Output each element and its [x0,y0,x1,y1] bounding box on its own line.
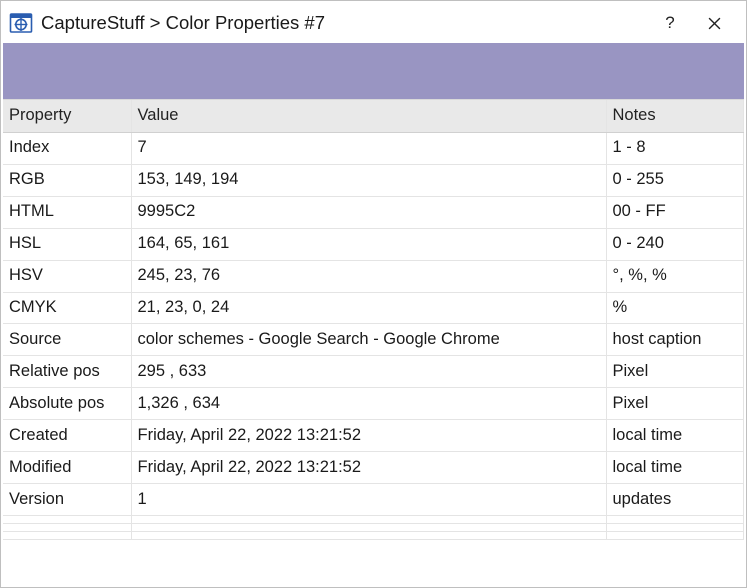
cell-value: 9995C2 [131,196,606,228]
cell-property: Index [3,132,131,164]
titlebar: CaptureStuff > Color Properties #7 ? [3,3,744,43]
table-row[interactable]: CMYK21, 23, 0, 24% [3,292,744,324]
cell-value: 1,326 , 634 [131,388,606,420]
cell-notes: host caption [606,324,744,356]
cell-property [3,531,131,539]
close-icon [708,17,721,30]
table-row[interactable]: HSV245, 23, 76°, %, % [3,260,744,292]
cell-value: 7 [131,132,606,164]
cell-value: 245, 23, 76 [131,260,606,292]
cell-notes: local time [606,420,744,452]
cell-notes: 00 - FF [606,196,744,228]
cell-value: 164, 65, 161 [131,228,606,260]
cell-notes: 0 - 255 [606,164,744,196]
cell-property [3,523,131,531]
cell-property: HTML [3,196,131,228]
cell-property: Source [3,324,131,356]
table-row[interactable]: RGB153, 149, 1940 - 255 [3,164,744,196]
cell-property: Modified [3,452,131,484]
color-swatch [3,43,744,99]
cell-notes: local time [606,452,744,484]
table-row[interactable]: CreatedFriday, April 22, 2022 13:21:52lo… [3,420,744,452]
table-row[interactable]: Absolute pos1,326 , 634Pixel [3,388,744,420]
cell-property: CMYK [3,292,131,324]
help-button[interactable]: ? [648,7,692,39]
window: CaptureStuff > Color Properties #7 ? Pro… [0,0,747,588]
table-row[interactable]: HSL164, 65, 1610 - 240 [3,228,744,260]
cell-value: 295 , 633 [131,356,606,388]
table-row[interactable]: Sourcecolor schemes - Google Search - Go… [3,324,744,356]
table-header-row: Property Value Notes [3,100,744,132]
cell-value [131,515,606,523]
close-button[interactable] [692,7,736,39]
cell-notes: % [606,292,744,324]
cell-value: 21, 23, 0, 24 [131,292,606,324]
cell-property: HSL [3,228,131,260]
window-title: CaptureStuff > Color Properties #7 [41,12,648,34]
table-row[interactable] [3,515,744,523]
table-row[interactable] [3,531,744,539]
cell-property: RGB [3,164,131,196]
table-row[interactable]: Index71 - 8 [3,132,744,164]
properties-grid: Property Value Notes Index71 - 8RGB153, … [3,99,744,585]
header-notes[interactable]: Notes [606,100,744,132]
table-row[interactable]: Version1updates [3,484,744,516]
cell-notes: Pixel [606,356,744,388]
cell-notes: updates [606,484,744,516]
cell-notes: 1 - 8 [606,132,744,164]
cell-property: Absolute pos [3,388,131,420]
header-property[interactable]: Property [3,100,131,132]
header-value[interactable]: Value [131,100,606,132]
cell-notes [606,523,744,531]
properties-table: Property Value Notes Index71 - 8RGB153, … [3,100,744,540]
cell-notes [606,531,744,539]
cell-property: Version [3,484,131,516]
cell-value [131,523,606,531]
cell-value: 153, 149, 194 [131,164,606,196]
cell-value: Friday, April 22, 2022 13:21:52 [131,452,606,484]
cell-notes [606,515,744,523]
cell-notes: °, %, % [606,260,744,292]
cell-value [131,531,606,539]
cell-property: HSV [3,260,131,292]
cell-value: Friday, April 22, 2022 13:21:52 [131,420,606,452]
table-row[interactable]: HTML9995C200 - FF [3,196,744,228]
cell-value: color schemes - Google Search - Google C… [131,324,606,356]
table-row[interactable]: Relative pos295 , 633Pixel [3,356,744,388]
app-icon [9,11,33,35]
cell-property: Relative pos [3,356,131,388]
cell-notes: Pixel [606,388,744,420]
cell-property [3,515,131,523]
table-row[interactable] [3,523,744,531]
cell-value: 1 [131,484,606,516]
cell-notes: 0 - 240 [606,228,744,260]
cell-property: Created [3,420,131,452]
table-row[interactable]: ModifiedFriday, April 22, 2022 13:21:52l… [3,452,744,484]
